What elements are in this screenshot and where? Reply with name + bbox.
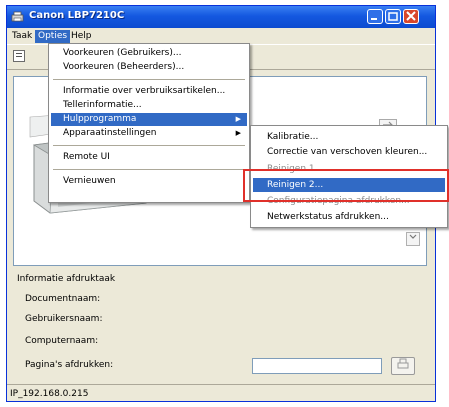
- scroll-down-button[interactable]: [406, 232, 420, 246]
- maximize-button[interactable]: [385, 9, 401, 24]
- status-bar: IP_192.168.0.215: [7, 384, 435, 401]
- computer-name-label: Computernaam:: [25, 336, 99, 346]
- menu-item-device-settings[interactable]: Apparaatinstellingen ▶: [51, 127, 247, 140]
- minimize-button[interactable]: [367, 9, 383, 24]
- menu-item-counter-info[interactable]: Tellerinformatie...: [51, 99, 247, 112]
- menu-item-label: Remote UI: [63, 152, 110, 162]
- print-button[interactable]: [391, 357, 415, 375]
- menu-item-label: Voorkeuren (Gebruikers)...: [63, 48, 182, 58]
- title-bar: Canon LBP7210C: [7, 6, 435, 28]
- menu-options[interactable]: Opties: [35, 30, 71, 43]
- menu-help[interactable]: Help: [68, 30, 95, 43]
- menu-item-label: Tellerinformatie...: [63, 100, 142, 110]
- submenu-item-color-correction[interactable]: Correctie van verschoven kleuren...: [253, 145, 445, 159]
- menu-item-preferences-admins[interactable]: Voorkeuren (Beheerders)...: [51, 61, 247, 74]
- printer-app-icon: [11, 11, 24, 22]
- submenu-item-label: Netwerkstatus afdrukken...: [267, 212, 389, 222]
- close-button[interactable]: [403, 9, 419, 24]
- menu-separator: [53, 169, 245, 170]
- highlight-callout-box: [243, 169, 449, 202]
- close-icon: [406, 11, 416, 21]
- printer-icon: [397, 358, 409, 369]
- document-list-icon[interactable]: [13, 50, 25, 62]
- menu-item-label: Informatie over verbruiksartikelen...: [63, 86, 226, 96]
- submenu-item-label: Correctie van verschoven kleuren...: [267, 147, 428, 157]
- job-info-header: Informatie afdruktaak: [17, 274, 116, 284]
- menu-bar: Taak Opties Help: [7, 28, 435, 44]
- submenu-item-label: Kalibratie...: [267, 132, 319, 142]
- menu-item-preferences-users[interactable]: Voorkeuren (Gebruikers)...: [51, 47, 247, 60]
- status-ip-text: IP_192.168.0.215: [10, 389, 89, 399]
- menu-item-label: Vernieuwen: [63, 176, 116, 186]
- menu-item-label: Voorkeuren (Beheerders)...: [63, 62, 185, 72]
- submenu-item-calibration[interactable]: Kalibratie...: [253, 130, 445, 144]
- menu-item-label: Apparaatinstellingen: [63, 128, 157, 138]
- menu-item-utility[interactable]: Hulpprogramma ▶: [51, 113, 247, 126]
- window-title: Canon LBP7210C: [29, 10, 125, 21]
- menu-item-consumables-info[interactable]: Informatie over verbruiksartikelen...: [51, 85, 247, 98]
- minimize-icon: [371, 18, 377, 20]
- menu-separator: [53, 79, 245, 80]
- submenu-item-print-network-status[interactable]: Netwerkstatus afdrukken...: [253, 210, 445, 224]
- pages-printed-value: [252, 358, 382, 374]
- submenu-arrow-icon: ▶: [235, 129, 241, 137]
- document-name-label: Documentnaam:: [25, 294, 101, 304]
- submenu-arrow-icon: ▶: [235, 115, 241, 123]
- pages-printed-label: Pagina's afdrukken:: [25, 360, 114, 370]
- menu-item-label: Hulpprogramma: [63, 114, 137, 124]
- menu-item-remote-ui[interactable]: Remote UI: [51, 151, 247, 164]
- user-name-label: Gebruikersnaam:: [25, 314, 103, 324]
- options-dropdown-menu: Voorkeuren (Gebruikers)... Voorkeuren (B…: [48, 43, 250, 203]
- menu-task[interactable]: Taak: [9, 30, 35, 43]
- menu-separator: [53, 145, 245, 146]
- chevron-down-icon: [409, 234, 417, 239]
- menu-item-refresh[interactable]: Vernieuwen: [51, 175, 247, 188]
- maximize-icon: [388, 12, 398, 21]
